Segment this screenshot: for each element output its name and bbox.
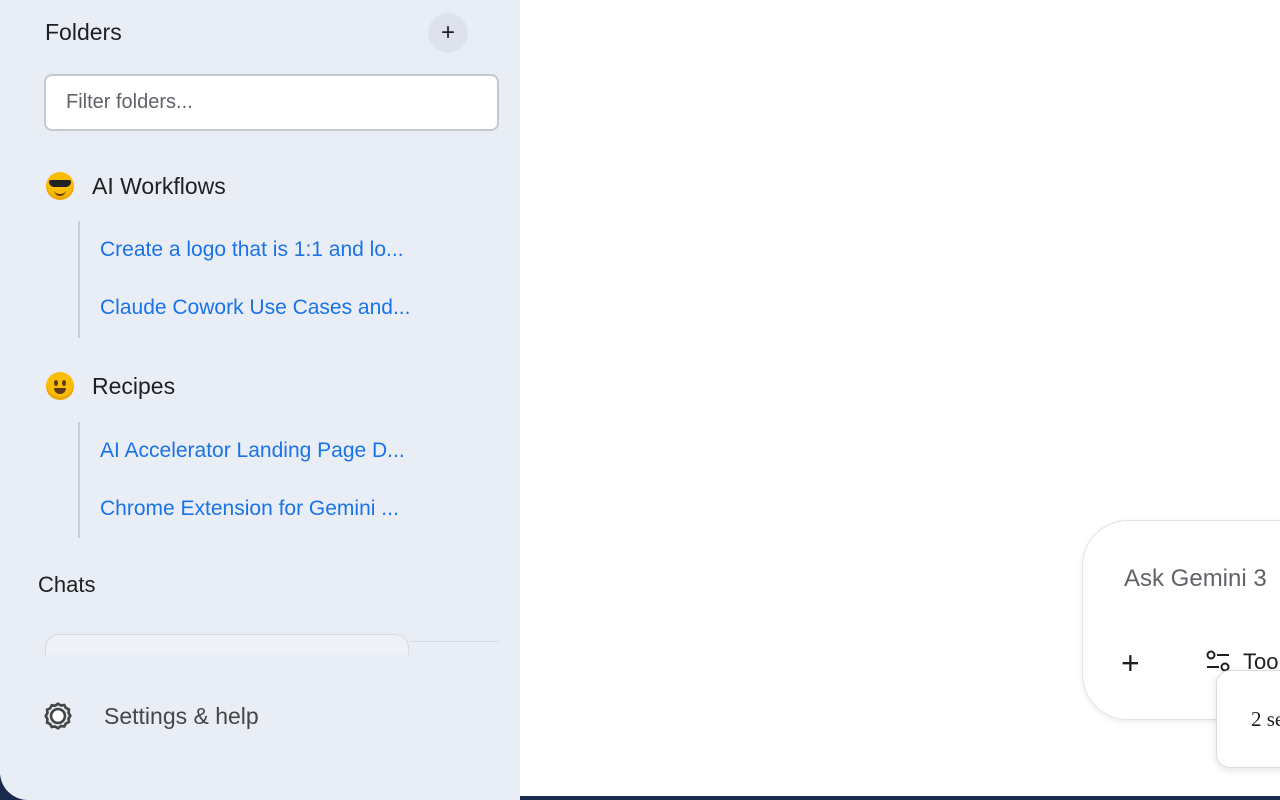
folder-chat-link[interactable]: AI Accelerator Landing Page D... xyxy=(100,439,405,463)
folder-chat-link[interactable]: Claude Cowork Use Cases and... xyxy=(100,296,410,320)
plus-icon: + xyxy=(440,19,455,46)
add-attachment-button[interactable]: + xyxy=(1121,647,1140,679)
popup-text: 2 se xyxy=(1251,707,1280,731)
plus-icon: + xyxy=(1121,645,1140,681)
popup-card: 2 se xyxy=(1216,670,1280,768)
bottom-edge xyxy=(520,796,1280,800)
settings-help-button[interactable]: Settings & help xyxy=(42,700,259,732)
gear-icon xyxy=(44,702,72,730)
sunglasses-emoji-icon xyxy=(46,172,74,200)
folder-name: AI Workflows xyxy=(92,172,226,199)
folders-title: Folders xyxy=(45,19,122,45)
add-folder-button[interactable]: + xyxy=(428,13,468,53)
settings-help-label: Settings & help xyxy=(104,702,259,729)
chats-title: Chats xyxy=(38,572,96,597)
folder-recipes[interactable]: Recipes xyxy=(46,372,175,400)
folder-chat-list: Create a logo that is 1:1 and lo... Clau… xyxy=(78,221,480,338)
grinning-emoji-icon xyxy=(46,372,74,400)
folder-ai-workflows[interactable]: AI Workflows xyxy=(46,172,226,200)
prompt-input[interactable]: Ask Gemini 3 xyxy=(1124,565,1267,593)
chat-list-item[interactable] xyxy=(45,634,409,655)
sidebar: Folders + AI Workflows Create a logo tha… xyxy=(0,0,520,800)
folder-name: Recipes xyxy=(92,372,176,399)
folder-chat-link[interactable]: Chrome Extension for Gemini ... xyxy=(100,497,399,521)
filter-folders-input[interactable] xyxy=(44,74,499,131)
divider xyxy=(410,641,498,642)
folder-chat-link[interactable]: Create a logo that is 1:1 and lo... xyxy=(100,238,404,262)
app-window: Folders + AI Workflows Create a logo tha… xyxy=(0,0,1280,800)
folder-chat-list: AI Accelerator Landing Page D... Chrome … xyxy=(78,422,480,538)
